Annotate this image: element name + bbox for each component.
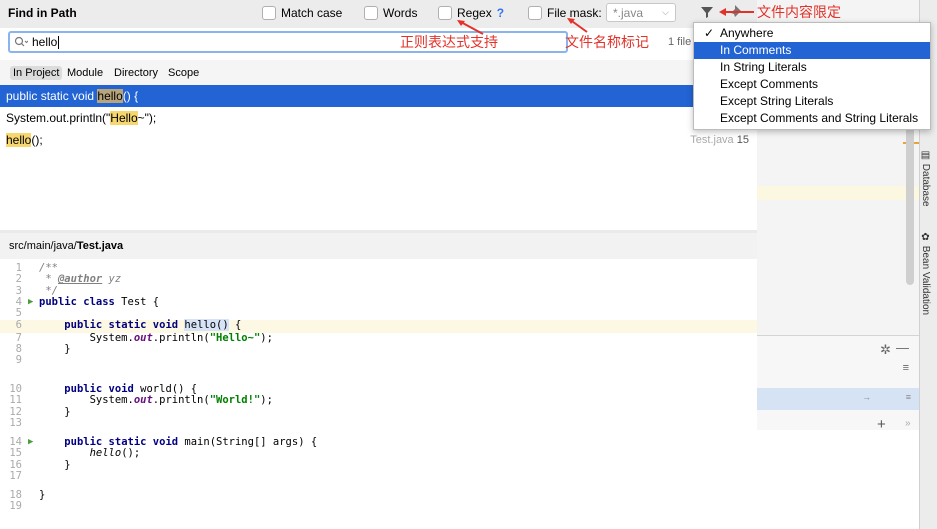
checkbox-box[interactable] xyxy=(438,6,452,20)
tab-bean-label: Bean Validation xyxy=(920,245,931,316)
code-line: 7 System.out.println("Hello~"); xyxy=(15,331,273,344)
tool-window: ✲ — ≡ xyxy=(757,335,919,431)
tool-window-selected-row[interactable]: → ≡ xyxy=(757,388,919,410)
result-file: Test.java xyxy=(690,134,734,146)
tool-window-body: + » xyxy=(757,416,937,529)
annotation-file-mask: 文件名称标记 xyxy=(565,34,649,50)
result-line: 15 xyxy=(736,134,749,146)
match-count: 1 file xyxy=(668,36,692,48)
file-mask-value: *.java xyxy=(613,5,644,20)
match-case-checkbox[interactable]: Match case xyxy=(262,6,342,20)
code-line: 2 * @author yz xyxy=(15,273,122,286)
code-line: 4 ▶ public class Test { xyxy=(15,295,160,308)
result-location: Test.java 15 xyxy=(690,134,749,146)
run-gutter-icon[interactable]: ▶ xyxy=(28,437,33,448)
filter-icon[interactable] xyxy=(700,5,714,19)
add-icon[interactable]: + xyxy=(877,416,886,433)
checkbox-box[interactable] xyxy=(364,6,378,20)
search-icon[interactable] xyxy=(14,36,28,48)
code-line: 17 xyxy=(9,469,22,482)
chevron-down-icon: ⌵ xyxy=(662,7,669,17)
scope-module[interactable]: Module xyxy=(64,66,106,80)
preview-path: src/main/java/Test.java xyxy=(9,240,123,252)
text-cursor xyxy=(58,35,60,49)
scope-scope[interactable]: Scope xyxy=(165,66,202,80)
bottom-edge xyxy=(0,522,757,529)
search-text[interactable]: hello xyxy=(32,35,57,49)
result-text: System.out.println(" xyxy=(6,111,111,125)
run-gutter-icon[interactable]: ▶ xyxy=(28,297,33,308)
find-in-path-dialog: Find in Path Match case Words Regex? Fil… xyxy=(0,0,758,529)
checkbox-box[interactable] xyxy=(262,6,276,20)
dialog-header: Find in Path Match case Words Regex? Fil… xyxy=(0,0,757,28)
annotation-arrow-icon xyxy=(457,20,484,35)
code-line-current: 6 public static void hello() { xyxy=(0,318,757,333)
code-preview[interactable]: 1/** 2 * @author yz 3 */ 4 ▶ public class … xyxy=(0,259,757,529)
expand-icon[interactable]: » xyxy=(905,418,911,429)
words-label: Words xyxy=(383,6,418,20)
result-text: (); xyxy=(31,133,43,147)
tab-database-label: Database xyxy=(920,163,931,207)
result-text: () { xyxy=(122,89,139,103)
menu-icon[interactable]: ≡ xyxy=(903,362,909,374)
dialog-title: Find in Path xyxy=(8,6,77,20)
result-text: ~"); xyxy=(137,111,157,125)
minimize-icon[interactable]: — xyxy=(896,340,909,355)
editor-highlight-line xyxy=(757,186,919,200)
popup-item-in-comments[interactable]: In Comments xyxy=(694,42,930,59)
result-match: hello xyxy=(97,89,123,103)
scope-in-project[interactable]: In Project xyxy=(10,66,63,80)
code-line: 11 System.out.println("World!"); xyxy=(9,394,273,407)
code-line: 8 } xyxy=(15,343,71,356)
result-row[interactable]: hello (); Test.java 15 xyxy=(0,129,757,151)
tab-database[interactable]: ▤ Database xyxy=(920,150,931,207)
tab-bean-validation[interactable]: ✿ Bean Validation xyxy=(920,232,931,315)
popup-item-except-string-literals[interactable]: Except String Literals xyxy=(694,93,930,110)
popup-item-in-string-literals[interactable]: In String Literals xyxy=(694,59,930,76)
gear-icon[interactable]: ✲ xyxy=(880,342,891,358)
result-row-selected[interactable]: public static void hello() { xyxy=(0,85,757,107)
search-context-popup: ✓ Anywhere In Comments In String Literals… xyxy=(693,22,931,130)
result-row[interactable]: System.out.println(" Hello ~"); xyxy=(0,107,757,129)
annotation-arrow-icon xyxy=(567,18,588,33)
match-case-label: Match case xyxy=(281,6,343,20)
code-line: 15 hello(); xyxy=(9,447,141,460)
words-checkbox[interactable]: Words xyxy=(364,6,417,20)
list-icon[interactable]: ≡ xyxy=(906,392,911,402)
code-line: 19 xyxy=(9,500,22,513)
code-line: 13 xyxy=(9,416,22,429)
result-match: hello xyxy=(6,133,32,147)
regex-help-link[interactable]: ? xyxy=(497,6,504,20)
popup-item-anywhere[interactable]: ✓ Anywhere xyxy=(694,25,930,42)
popup-item-label: Anywhere xyxy=(720,26,774,40)
result-text: public static void xyxy=(6,89,98,103)
annotation-content-scope: 文件内容限定 xyxy=(757,4,841,20)
scope-tabs: In Project Module Directory Scope xyxy=(0,60,757,87)
database-icon: ▤ xyxy=(920,150,931,164)
preview-file: Test.java xyxy=(76,240,124,252)
popup-item-except-comments[interactable]: Except Comments xyxy=(694,76,930,93)
bean-icon: ✿ xyxy=(920,232,931,246)
popup-item-label: In Comments xyxy=(720,43,792,57)
arrow-icon[interactable]: → xyxy=(862,392,871,402)
file-mask-select[interactable]: *.java ⌵ xyxy=(606,3,676,22)
popup-item-label: Except String Literals xyxy=(720,94,834,108)
code-line: 12 } xyxy=(9,405,71,418)
check-icon: ✓ xyxy=(704,26,715,40)
checkbox-box[interactable] xyxy=(528,6,542,20)
code-line: 16 } xyxy=(9,458,71,471)
annotation-arrow-icon xyxy=(719,8,754,16)
code-line: 18} xyxy=(9,489,46,501)
result-match: Hello xyxy=(110,111,138,125)
code-line: 9 xyxy=(15,354,22,367)
popup-item-label: Except Comments and String Literals xyxy=(720,111,919,125)
preview-header: src/main/java/Test.java xyxy=(0,233,757,260)
scope-directory[interactable]: Directory xyxy=(111,66,161,80)
preview-dir: src/main/java/ xyxy=(9,240,77,252)
popup-item-label: Except Comments xyxy=(720,77,819,91)
popup-item-label: In String Literals xyxy=(720,60,807,74)
popup-item-except-comments-and-strings[interactable]: Except Comments and String Literals xyxy=(694,110,930,127)
